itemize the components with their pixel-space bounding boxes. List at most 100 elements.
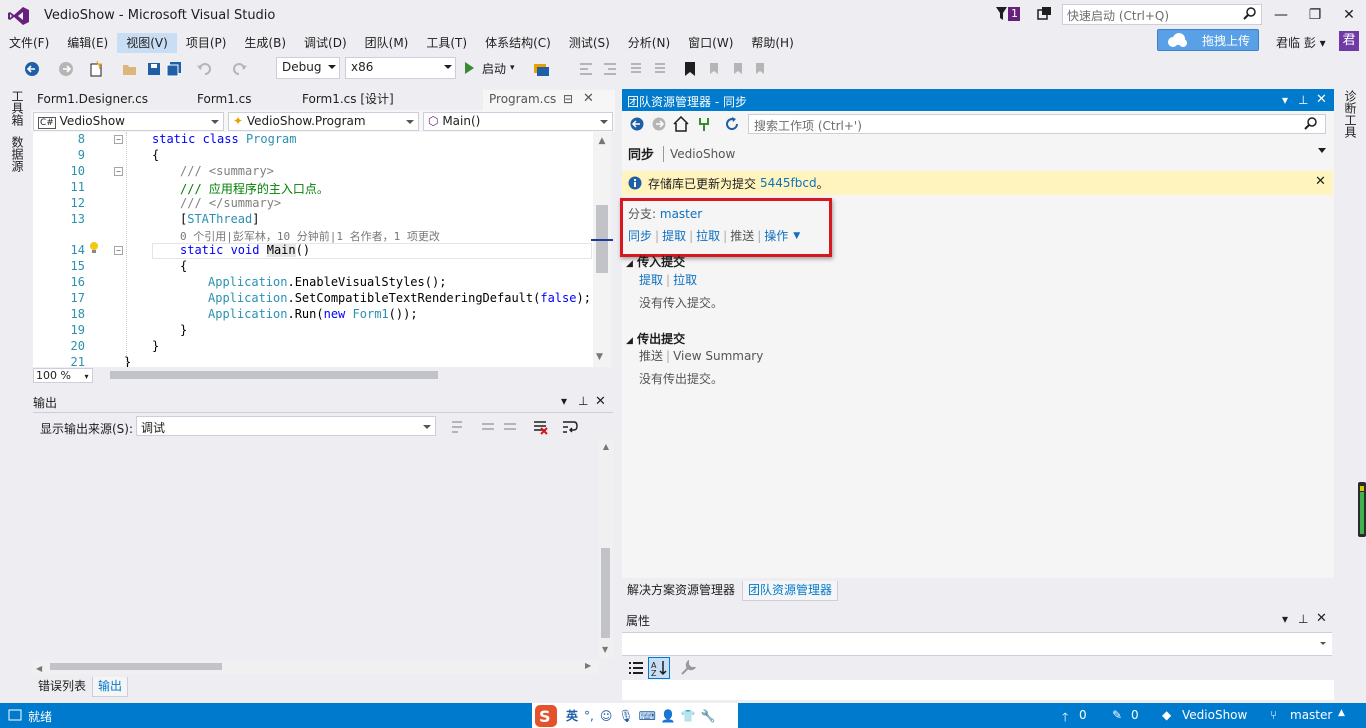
menu-item-2[interactable]: 视图(V) <box>117 32 177 53</box>
unpublished-commits-count[interactable]: 0 <box>1079 708 1087 722</box>
tab-output[interactable]: 输出 <box>92 677 129 697</box>
refresh-icon[interactable] <box>724 116 740 132</box>
close-panel-icon[interactable]: ✕ <box>595 394 606 409</box>
menu-item-6[interactable]: 团队(M) <box>356 33 418 53</box>
repository-name[interactable]: VedioShow <box>1182 708 1247 722</box>
ime-language[interactable]: 英 <box>566 707 578 724</box>
drag-upload-button[interactable]: 拖拽上传 <box>1157 29 1259 51</box>
panel-dropdown-icon[interactable]: ▾ <box>561 394 567 408</box>
open-file-icon[interactable] <box>122 61 138 77</box>
dismiss-info-icon[interactable]: ✕ <box>1315 174 1326 189</box>
pending-changes-count[interactable]: 0 <box>1131 708 1139 722</box>
fold-toggle[interactable]: − <box>114 246 123 255</box>
emoji-icon[interactable]: ☺ <box>600 709 613 723</box>
menu-item-9[interactable]: 测试(S) <box>560 33 619 53</box>
user-name[interactable]: 君临 彭 ▾ <box>1276 34 1326 51</box>
punctuation-icon[interactable]: °, <box>584 709 594 723</box>
close-tab-icon[interactable]: ✕ <box>583 90 594 108</box>
save-icon[interactable] <box>146 61 162 77</box>
menu-item-8[interactable]: 体系结构(C) <box>476 33 560 53</box>
output-hscroll-thumb[interactable] <box>50 663 222 670</box>
lightbulb-icon[interactable] <box>88 241 100 255</box>
clear-all-icon[interactable] <box>532 419 548 435</box>
alphabetical-icon[interactable]: AZ <box>648 657 670 679</box>
pin-icon[interactable]: ⊥ <box>578 394 588 408</box>
undo-icon[interactable] <box>196 61 212 77</box>
next-message-icon[interactable] <box>502 419 518 435</box>
commit-link[interactable]: 5445fbcd <box>760 176 817 190</box>
microphone-icon[interactable]: 🎙 <box>618 709 633 723</box>
output-text-area[interactable] <box>33 440 599 658</box>
branch-name[interactable]: master <box>1290 708 1332 722</box>
project-nav-select[interactable]: C# VedioShow <box>33 112 224 131</box>
member-nav-select[interactable]: ⬡ Main() <box>423 112 613 131</box>
tab-solution-explorer[interactable]: 解决方案资源管理器 <box>622 581 740 601</box>
page-menu-chevron-icon[interactable] <box>1318 148 1326 153</box>
next-bookmark-icon[interactable] <box>730 61 746 77</box>
class-nav-select[interactable]: ✦ VedioShow.Program <box>228 112 419 131</box>
repo-icon[interactable]: ◆ <box>1162 708 1171 722</box>
tab-program[interactable]: Program.cs ⊟ ✕ <box>483 90 615 110</box>
redo-icon[interactable] <box>232 61 248 77</box>
panel-dropdown-icon[interactable]: ▾ <box>1282 93 1288 107</box>
view-summary-link[interactable]: View Summary <box>673 349 763 363</box>
close-panel-icon[interactable]: ✕ <box>1316 611 1327 626</box>
menu-item-3[interactable]: 项目(P) <box>177 33 236 53</box>
properties-object-select[interactable] <box>622 632 1332 656</box>
keyboard-icon[interactable]: ⌨ <box>639 709 656 723</box>
pencil-icon[interactable]: ✎ <box>1112 708 1122 722</box>
tab-team-explorer[interactable]: 团队资源管理器 <box>742 581 839 601</box>
prev-message-icon[interactable] <box>480 419 496 435</box>
menu-item-10[interactable]: 分析(N) <box>619 33 679 53</box>
forward-icon[interactable] <box>652 117 666 131</box>
menu-item-1[interactable]: 编辑(E) <box>58 33 117 53</box>
output-source-select[interactable]: 调试 <box>136 416 436 436</box>
avatar[interactable]: 君 <box>1339 31 1359 51</box>
tab-form1[interactable]: Form1.cs <box>191 90 258 110</box>
home-icon[interactable] <box>673 116 689 132</box>
restore-button[interactable]: ❐ <box>1298 4 1332 26</box>
sogou-icon[interactable]: S <box>534 704 560 728</box>
feedback-icon[interactable] <box>1036 5 1054 25</box>
branch-icon[interactable]: ⑂ <box>1270 708 1277 722</box>
zoom-select[interactable]: 100 % ▾ <box>33 368 93 383</box>
browser-link-icon[interactable] <box>533 61 549 77</box>
notification-flag-icon[interactable] <box>995 5 1025 25</box>
toolbar-gray-icon-2[interactable] <box>602 61 618 77</box>
scroll-down-arrow[interactable]: ▼ <box>596 352 603 362</box>
output-scroll-thumb[interactable] <box>601 548 610 638</box>
menu-item-4[interactable]: 生成(B) <box>235 33 295 53</box>
connect-icon[interactable] <box>697 116 711 132</box>
toolbox-tab[interactable]: 工具箱 <box>9 90 26 126</box>
back-icon[interactable] <box>24 61 40 77</box>
incoming-commits-header[interactable]: ◢ 传入提交 <box>626 253 685 270</box>
word-wrap-icon[interactable] <box>562 419 578 435</box>
solution-config-select[interactable]: Debug <box>276 57 340 79</box>
tab-error-list[interactable]: 错误列表 <box>33 677 91 697</box>
menu-item-12[interactable]: 帮助(H) <box>742 33 802 53</box>
up-arrow-icon[interactable]: 🡑 <box>1062 708 1068 728</box>
solution-platform-select[interactable]: x86 <box>345 57 456 79</box>
back-icon[interactable] <box>630 117 644 131</box>
forward-icon[interactable] <box>58 61 74 77</box>
close-window-button[interactable]: ✕ <box>1332 4 1366 26</box>
tab-form1-designer[interactable]: Form1.Designer.cs <box>31 90 154 110</box>
data-sources-tab[interactable]: 数据源 <box>9 136 26 172</box>
incoming-fetch-link[interactable]: 提取 <box>639 273 663 287</box>
user-center-icon[interactable]: 👤 <box>661 709 676 723</box>
menu-item-5[interactable]: 调试(D) <box>295 33 356 53</box>
categorized-icon[interactable] <box>628 660 644 676</box>
work-item-search-input[interactable]: 搜索工作项 (Ctrl+') <box>748 114 1326 134</box>
new-project-icon[interactable] <box>88 61 104 77</box>
diagnostic-tools-tab[interactable]: 诊断工具 <box>1342 90 1359 138</box>
tools-icon[interactable]: 🔧 <box>701 709 716 723</box>
code-editor[interactable]: 8 9 10 11 12 13 14 15 16 17 18 19 20 21 … <box>33 132 593 368</box>
pin-icon[interactable]: ⊥ <box>1298 93 1308 107</box>
tab-form1-design[interactable]: Form1.cs [设计] <box>296 90 400 110</box>
uncomment-lines-icon[interactable] <box>652 61 668 77</box>
start-button[interactable]: 启动 ▾ <box>462 59 515 77</box>
incoming-pull-link[interactable]: 拉取 <box>673 273 697 287</box>
properties-grid[interactable] <box>622 680 1334 700</box>
fold-toggle[interactable]: − <box>114 167 123 176</box>
minimize-button[interactable]: — <box>1264 4 1298 26</box>
